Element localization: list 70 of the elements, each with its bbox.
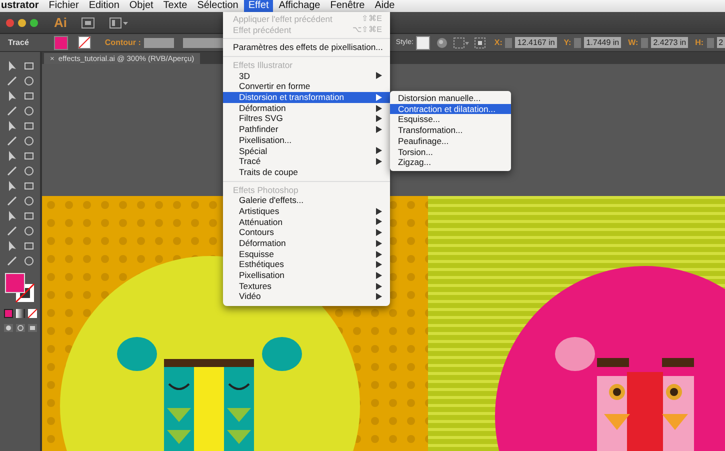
menu-item[interactable]: 3D [223, 70, 390, 82]
line-icon[interactable] [6, 105, 18, 117]
fill-color-swatch[interactable] [5, 273, 25, 293]
menu-item[interactable]: Déformation [223, 238, 390, 249]
coordinate-label: H: [695, 38, 704, 47]
coordinate-label: X: [494, 38, 502, 47]
menu-title[interactable]: ustrator [0, 0, 43, 12]
app-logo: Ai [54, 15, 67, 30]
menu-item[interactable]: Distorsion manuelle... [390, 93, 511, 104]
draw-normal-icon[interactable] [4, 324, 12, 332]
menu-item[interactable]: Paramètres des effets de pixellisation... [223, 42, 390, 54]
menu-item[interactable]: Transformation... [390, 125, 511, 136]
menu-item[interactable]: Contours [223, 227, 390, 238]
menu-item[interactable]: Atténuation [223, 216, 390, 228]
menu-item[interactable]: Torsion... [390, 146, 511, 158]
menu-item[interactable]: Déformation [223, 102, 390, 114]
menu-item[interactable]: Peaufinage... [390, 136, 511, 147]
menu-item[interactable]: Zigzag... [390, 157, 511, 168]
menu-item[interactable]: Pixellisation [223, 270, 390, 281]
minimize-window-icon[interactable] [18, 18, 26, 26]
menu-item[interactable]: Convertir en forme [223, 81, 390, 92]
menu-item[interactable]: Distorsion et transformation [223, 92, 390, 103]
menu-item[interactable]: Vidéo [223, 291, 390, 302]
stroke-label: Contour : [104, 38, 141, 47]
arrange-documents-icon[interactable] [109, 16, 129, 28]
menu-item[interactable]: Esthétiques [223, 259, 390, 270]
menu-title[interactable]: Fenêtre [326, 0, 369, 12]
color-mode-swatch[interactable] [4, 309, 12, 318]
menu-title[interactable]: Effet [244, 0, 273, 12]
coordinate-label: Y: [564, 38, 572, 47]
menu-section-header: Effets Illustrator [232, 60, 294, 71]
coordinate-field[interactable]: 1.7449 in [584, 37, 622, 48]
close-window-icon[interactable] [6, 18, 14, 26]
reference-point-icon[interactable] [474, 36, 486, 48]
menu-item[interactable]: Tracé [223, 156, 390, 167]
menu-title[interactable]: Edition [84, 0, 124, 12]
selection-label: Tracé [8, 38, 29, 47]
menu-item[interactable]: Esquisse [223, 248, 390, 260]
menu-item[interactable]: Filtres SVG [223, 113, 390, 124]
zoom-window-icon[interactable] [30, 18, 38, 26]
menu-item[interactable]: Contraction et dilatation... [390, 104, 511, 114]
menu-title[interactable]: Affichage [274, 0, 324, 12]
menu-item[interactable]: Galerie d'effets... [223, 195, 390, 206]
coordinate-field[interactable]: 2 [716, 37, 725, 48]
fill-swatch[interactable] [54, 36, 68, 50]
bridge-icon[interactable] [81, 16, 95, 28]
menu-title[interactable]: Objet [125, 0, 158, 12]
menu-item[interactable]: Pixellisation... [223, 134, 390, 146]
menu-section-header: Effets Photoshop [232, 184, 300, 196]
draw-inside-icon[interactable] [28, 324, 36, 332]
menu-item[interactable]: Artistiques [223, 206, 390, 217]
coordinate-label: W: [628, 38, 638, 47]
draw-behind-icon[interactable] [16, 324, 24, 332]
menu-item[interactable]: Esquisse... [390, 114, 511, 126]
menu-item[interactable]: Textures [223, 280, 390, 292]
globe-icon[interactable] [436, 36, 448, 48]
style-swatch[interactable] [416, 36, 430, 50]
menu-title[interactable]: Aide [370, 0, 399, 12]
menu-item[interactable]: Traits de coupe [223, 166, 390, 178]
gradient-mode-swatch[interactable] [16, 309, 24, 318]
none-mode-swatch[interactable] [28, 309, 36, 318]
menu-item[interactable]: Spécial [223, 146, 390, 156]
menu-item[interactable]: Pathfinder [223, 124, 390, 135]
coordinate-field[interactable]: 12.4167 in [515, 37, 557, 48]
align-grid-icon[interactable] [453, 36, 470, 48]
menu-title[interactable]: Sélection [193, 0, 242, 12]
stroke-weight-field[interactable] [144, 38, 174, 48]
coordinate-field[interactable]: 2.4273 in [651, 37, 688, 48]
menu-title[interactable]: Texte [159, 0, 192, 12]
menu-title[interactable]: Fichier [44, 0, 83, 12]
